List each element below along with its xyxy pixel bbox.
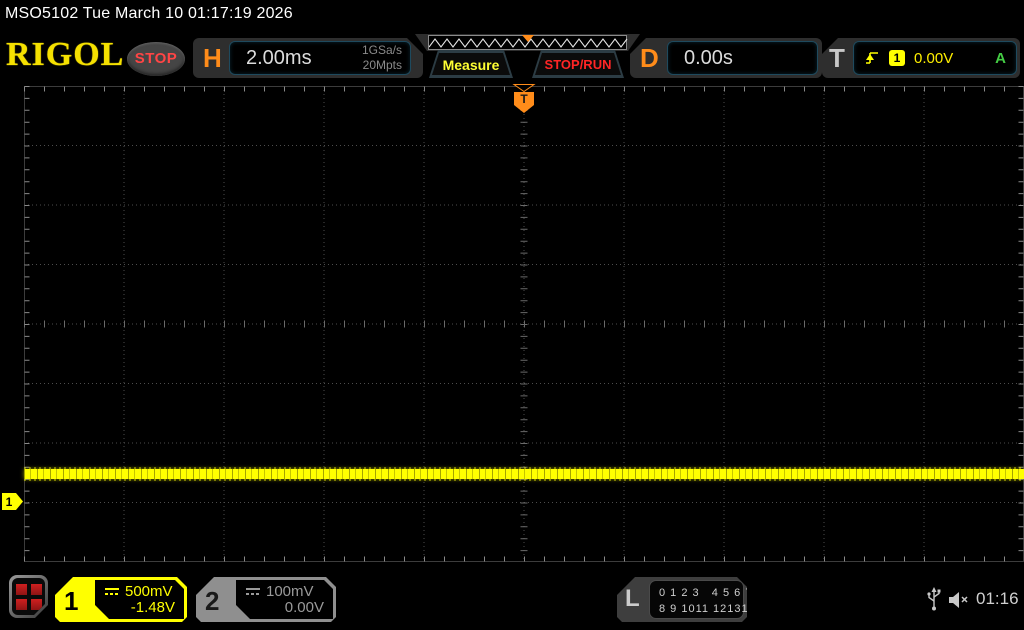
rigol-logo: RIGOL [6, 36, 125, 73]
logic-channels-row1: 0 1 2 3 4 5 6 7 [659, 587, 753, 599]
waveform-preview-strip[interactable] [415, 34, 640, 51]
logic-channels-row2: 8 9 1011 12131415 [659, 603, 770, 615]
channel1-number: 1 [64, 586, 79, 616]
trigger-position-marker[interactable]: T [512, 84, 536, 114]
delay-label: D [640, 43, 659, 73]
channel1-scale: 500mV [125, 583, 173, 600]
dc-coupling-icon [104, 587, 120, 597]
ch1-ground-marker[interactable]: 1 [2, 493, 24, 510]
delay-value: 0.00s [684, 47, 733, 69]
svg-text:1: 1 [6, 495, 13, 509]
graticule [24, 86, 1024, 562]
ch1-waveform-trace [24, 467, 1024, 481]
measure-button-label: Measure [442, 57, 500, 73]
channel1-offset: -1.48V [130, 599, 175, 616]
measure-button[interactable]: Measure [429, 50, 513, 78]
acquisition-status-badge: STOP [127, 42, 185, 76]
horizontal-settings-box[interactable]: H 2.00ms 1GSa/s 20Mpts [193, 38, 423, 78]
trigger-level-value: 0.00V [914, 49, 954, 67]
trigger-source-chip: 1 [889, 50, 905, 66]
menu-grid-icon [12, 578, 45, 615]
preview-trigger-position-icon [522, 35, 534, 42]
rising-edge-trigger-icon [866, 52, 878, 64]
dc-coupling-icon [245, 587, 261, 597]
trigger-mode-auto: A [995, 49, 1006, 67]
channel2-number: 2 [205, 586, 220, 616]
delay-settings-box[interactable]: D 0.00s [630, 38, 822, 78]
usb-icon [927, 587, 941, 611]
menu-grid-button[interactable] [9, 575, 48, 618]
logic-label: L [625, 585, 640, 612]
svg-text:T: T [520, 92, 528, 106]
trigger-valuebox: 1 0.00V A [853, 41, 1017, 75]
stop-run-button-label: STOP/RUN [544, 57, 612, 72]
titlebar-text: MSO5102 Tue March 10 01:17:19 2026 [5, 5, 293, 22]
channel2-offset: 0.00V [284, 599, 324, 616]
channel1-badge[interactable]: 1 500mV -1.48V [55, 577, 187, 622]
trigger-settings-box[interactable]: T 1 0.00V A [822, 38, 1020, 78]
channel2-scale: 100mV [266, 583, 314, 600]
timebase-valuebox: 2.00ms 1GSa/s 20Mpts [229, 41, 411, 75]
timebase-value: 2.00ms [246, 47, 312, 69]
horizontal-label: H [203, 43, 222, 73]
delay-valuebox: 0.00s [667, 41, 818, 75]
speaker-muted-icon [949, 592, 968, 608]
clock: 01:16 [976, 589, 1019, 608]
sample-rate: 1GSa/s [361, 43, 402, 57]
memory-depth: 20Mpts [362, 58, 402, 72]
logic-channels-badge[interactable]: L 0 1 2 3 4 5 6 7 8 9 1011 12131415 [617, 577, 747, 622]
trigger-label: T [829, 43, 845, 73]
channel2-badge[interactable]: 2 100mV 0.00V [196, 577, 336, 622]
stop-run-button[interactable]: STOP/RUN [532, 50, 624, 78]
